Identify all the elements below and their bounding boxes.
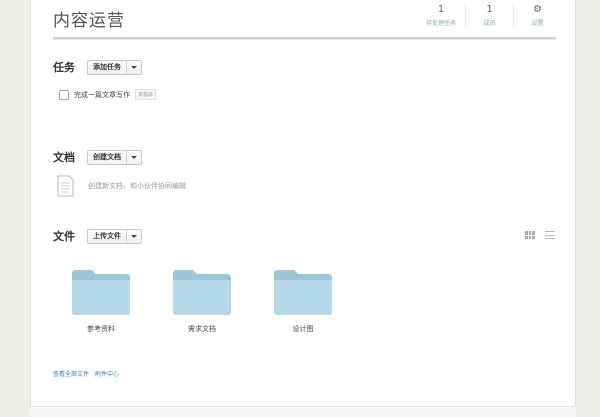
chevron-down-icon xyxy=(131,65,137,69)
task-assignee-badge[interactable]: 未指派 xyxy=(135,89,157,100)
docs-title: 文档 xyxy=(53,151,75,164)
settings-button[interactable]: ⚙ 设置 xyxy=(513,4,561,30)
pending-tasks-stat[interactable]: 1 待处理任务 xyxy=(417,4,465,30)
create-doc-label: 创建文档 xyxy=(88,150,127,164)
grid-view-icon[interactable] xyxy=(525,231,535,239)
members-count: 1 xyxy=(486,4,493,15)
create-doc-button[interactable]: 创建文档 xyxy=(87,149,142,165)
chevron-down-icon xyxy=(131,155,137,159)
folder-name: 参考资料 xyxy=(87,325,115,333)
doc-hint-text: 创建新文档，和小伙伴协同编辑 xyxy=(88,182,186,190)
view-toggle xyxy=(525,231,555,239)
folder-item[interactable]: 需求文档 xyxy=(170,268,234,334)
folder-icon xyxy=(173,270,231,315)
upload-file-label: 上传文件 xyxy=(88,229,127,243)
add-task-dropdown[interactable] xyxy=(127,61,141,74)
add-task-label: 添加任务 xyxy=(88,60,127,74)
doc-empty-hint: 创建新文档，和小伙伴协同编辑 xyxy=(57,175,186,197)
header-divider xyxy=(53,37,556,40)
folder-item[interactable]: 设计图 xyxy=(271,268,335,334)
upload-file-dropdown[interactable] xyxy=(127,230,141,243)
page-title: 内容运营 xyxy=(53,11,125,31)
attachments-link[interactable]: 附件中心 xyxy=(95,369,119,378)
task-item: 完成一篇文章写作 未指派 xyxy=(59,89,157,100)
document-icon xyxy=(57,175,74,197)
header-stats: 1 待处理任务 1 成员 ⚙ 设置 xyxy=(417,4,561,30)
members-label: 成员 xyxy=(483,20,496,27)
view-all-files-link[interactable]: 查看全部文件 xyxy=(53,369,89,378)
add-task-button[interactable]: 添加任务 xyxy=(87,59,142,75)
task-label[interactable]: 完成一篇文章写作 xyxy=(74,90,130,100)
folder-item[interactable]: 参考资料 xyxy=(69,268,133,334)
task-checkbox[interactable] xyxy=(59,89,69,100)
folder-name: 需求文档 xyxy=(188,325,216,333)
tasks-header: 任务 添加任务 xyxy=(53,59,142,75)
pending-tasks-label: 待处理任务 xyxy=(425,20,456,27)
chevron-down-icon xyxy=(131,234,137,238)
files-title: 文件 xyxy=(53,230,75,243)
gear-icon: ⚙ xyxy=(533,4,542,15)
folder-icon xyxy=(274,270,332,315)
project-panel: 内容运营 1 待处理任务 1 成员 ⚙ 设置 任务 添加任务 完成一篇文章写作 … xyxy=(30,0,576,410)
panel-bottom-edge xyxy=(30,406,576,417)
tasks-title: 任务 xyxy=(53,61,75,74)
footer-links: 查看全部文件 附件中心 xyxy=(53,369,119,378)
create-doc-dropdown[interactable] xyxy=(127,151,141,164)
files-header: 文件 上传文件 xyxy=(53,228,142,244)
settings-label: 设置 xyxy=(531,20,544,27)
members-stat[interactable]: 1 成员 xyxy=(465,4,513,30)
docs-header: 文档 创建文档 xyxy=(53,149,142,165)
folder-name: 设计图 xyxy=(292,325,314,333)
folder-icon xyxy=(72,270,130,315)
pending-tasks-count: 1 xyxy=(437,4,445,15)
upload-file-button[interactable]: 上传文件 xyxy=(87,228,142,244)
list-view-icon[interactable] xyxy=(545,231,555,239)
